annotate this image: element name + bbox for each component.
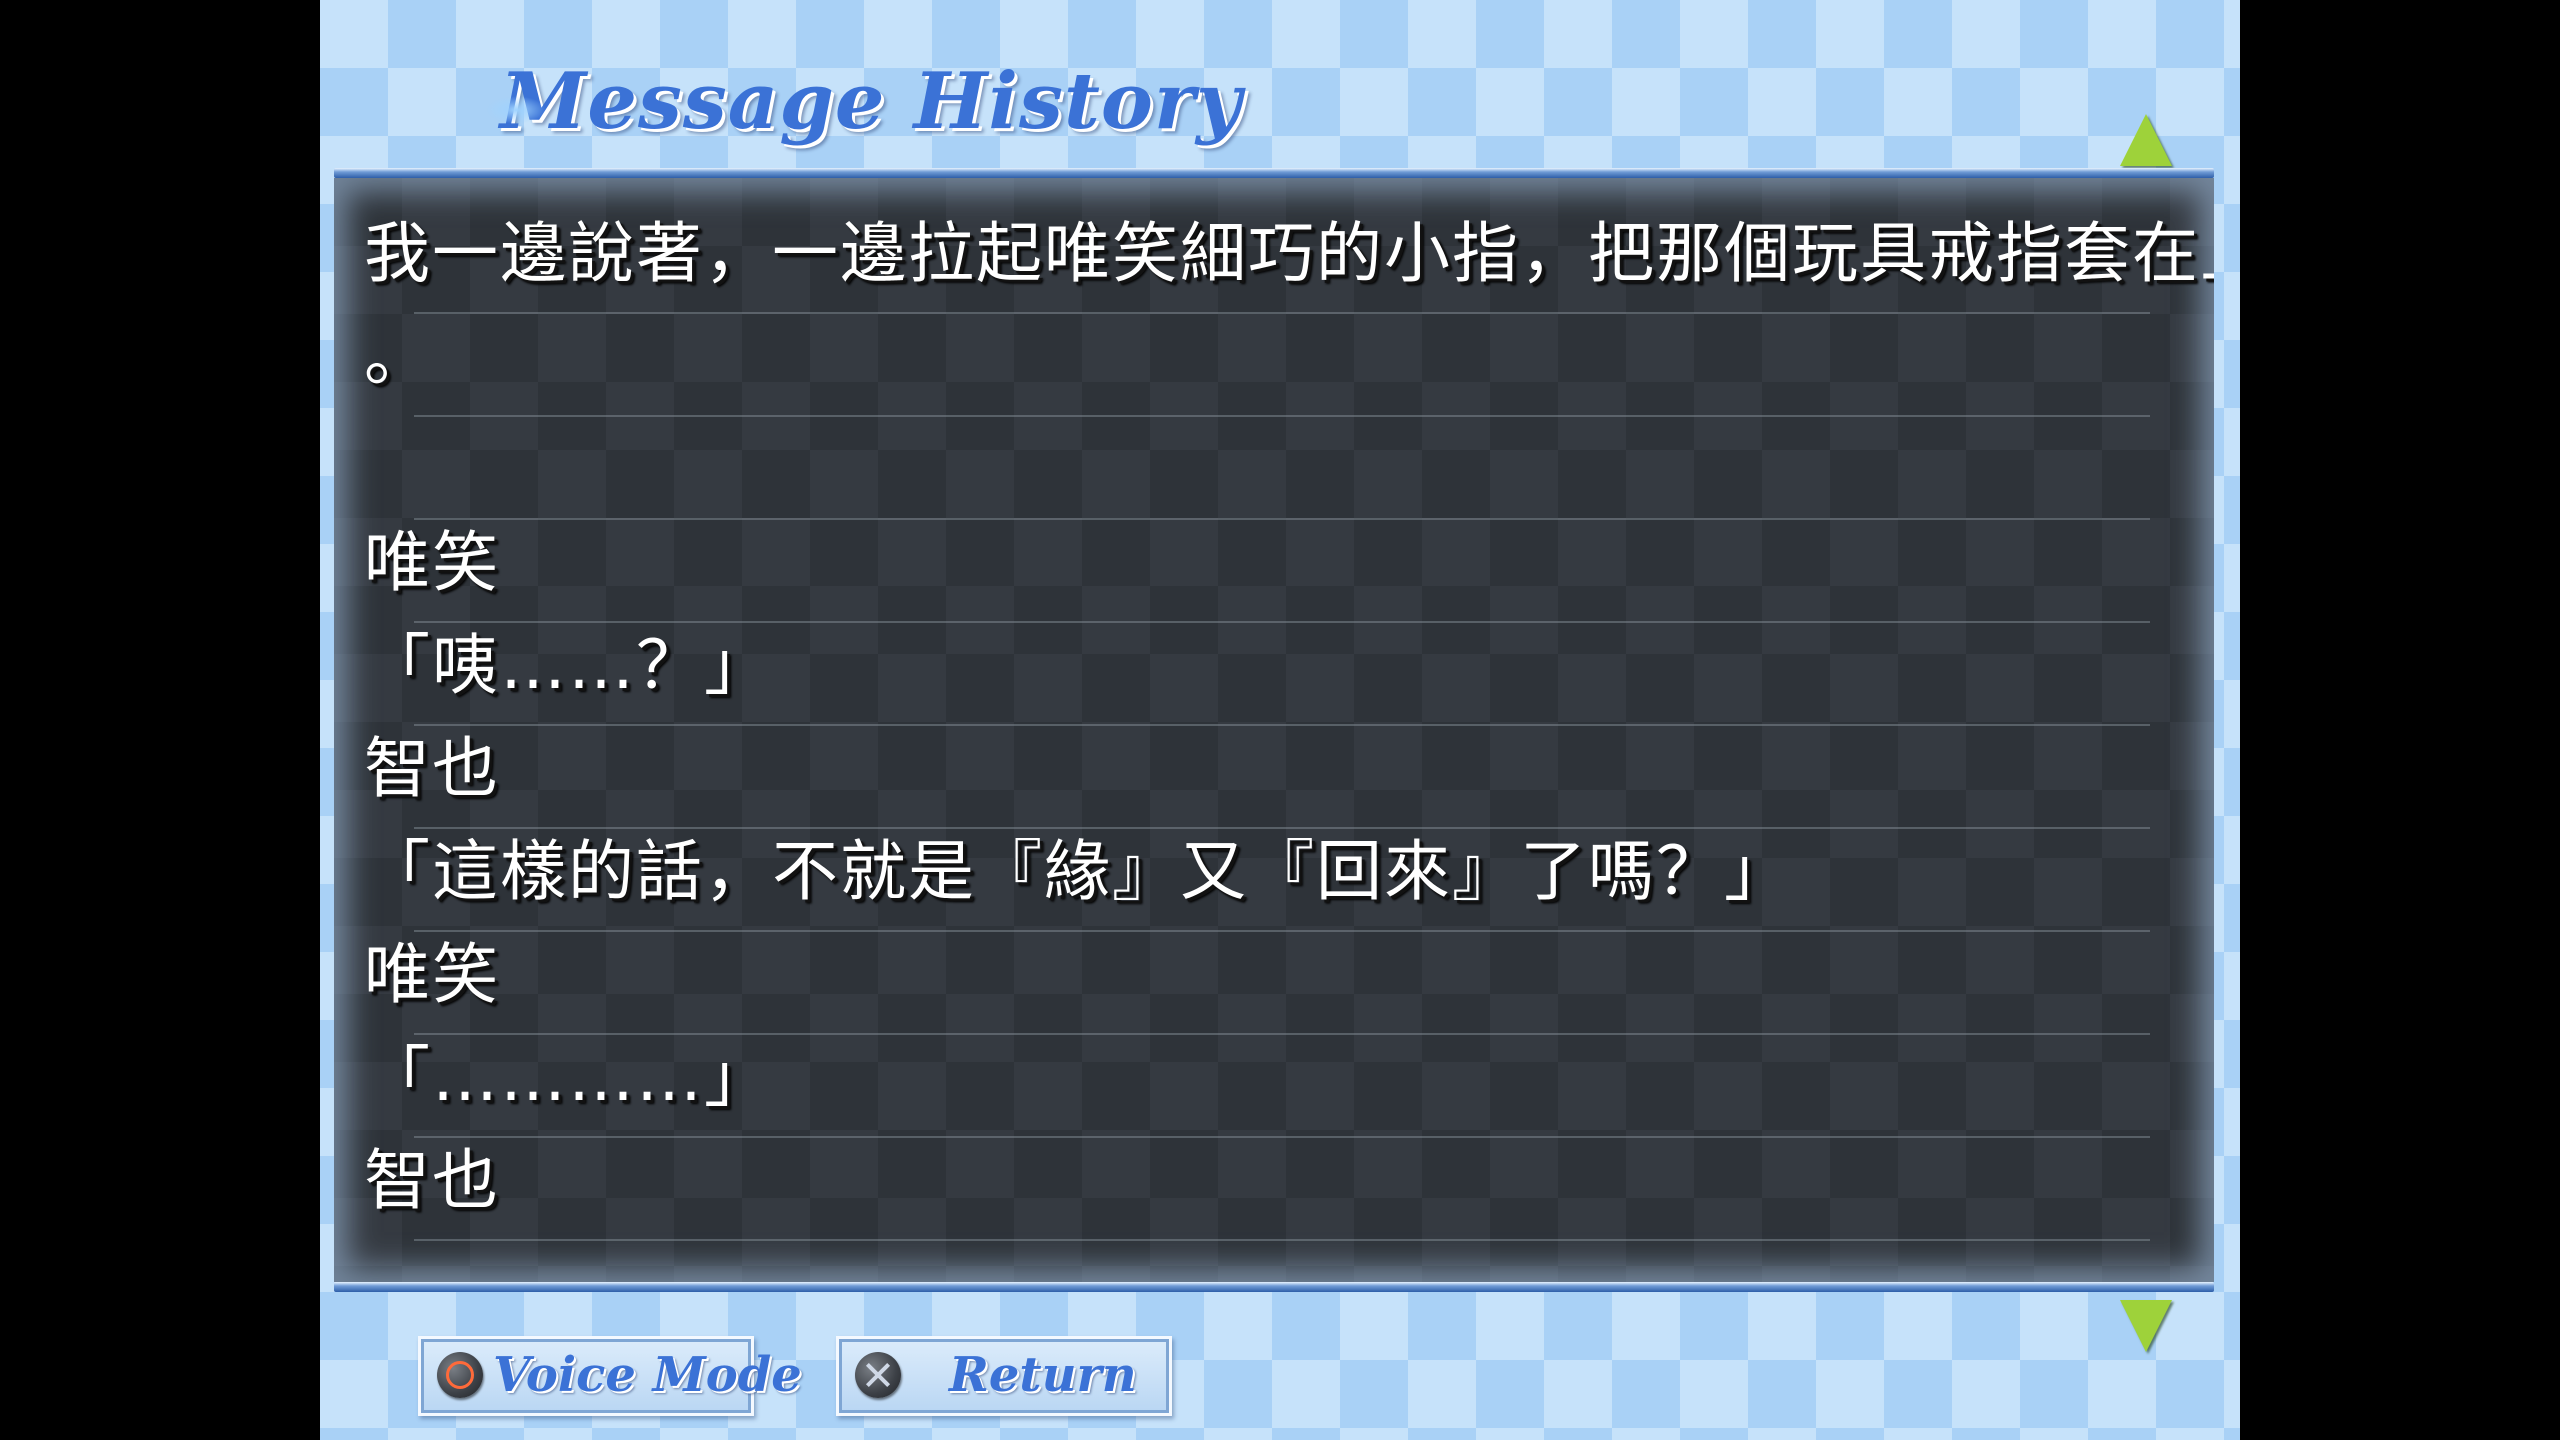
bottom-divider [334, 1282, 2214, 1292]
message-history-screen: Message History 我一邊說著，一邊拉起唯笑細巧的小指，把那個玩具戒… [320, 0, 2240, 1440]
speaker-name: 智也 [364, 730, 500, 807]
message-log: 我一邊說著，一邊拉起唯笑細巧的小指，把那個玩具戒指套在上面 。 唯笑 「咦……？… [364, 214, 2214, 1244]
message-log-panel[interactable]: 我一邊說著，一邊拉起唯笑細巧的小指，把那個玩具戒指套在上面 。 唯笑 「咦……？… [334, 178, 2214, 1282]
cross-button-icon [855, 1352, 901, 1398]
log-line: 我一邊說著，一邊拉起唯笑細巧的小指，把那個玩具戒指套在上面 [364, 215, 2214, 292]
scroll-down-arrow-icon[interactable] [2120, 1300, 2172, 1352]
log-line: 「這樣的話，不就是『緣』又『回來』了嗎？」 [364, 833, 1792, 910]
circle-button-icon [437, 1352, 483, 1398]
log-line: 。 [364, 318, 432, 395]
speaker-name: 唯笑 [364, 524, 500, 601]
voice-mode-button[interactable]: Voice Mode [418, 1336, 802, 1416]
screen-title: Message History [486, 56, 1243, 147]
return-button[interactable]: Return [836, 1336, 1172, 1416]
log-line: 「咦……？」 [364, 627, 772, 704]
speaker-name: 智也 [364, 1142, 500, 1219]
voice-mode-label: Voice Mode [493, 1347, 802, 1403]
screen-title-text: Message History [500, 56, 1243, 147]
scroll-up-arrow-icon[interactable] [2120, 114, 2172, 166]
speaker-name: 唯笑 [364, 936, 500, 1013]
log-line: 「…………」 [364, 1039, 772, 1116]
top-divider [334, 168, 2214, 178]
return-label: Return [949, 1347, 1137, 1403]
title-swoosh-decoration [486, 96, 546, 124]
